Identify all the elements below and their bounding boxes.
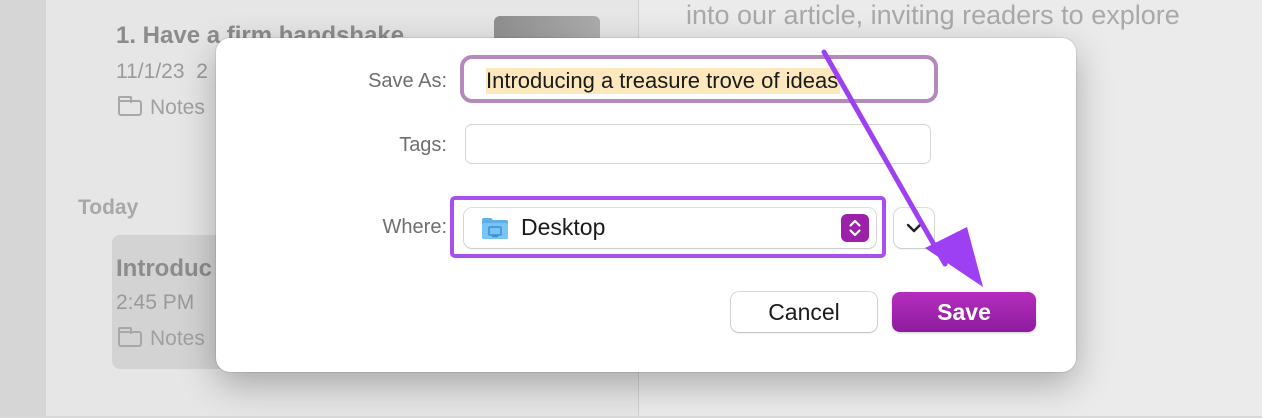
where-highlight-box bbox=[450, 196, 886, 258]
expand-button[interactable] bbox=[894, 208, 934, 248]
tags-field[interactable] bbox=[465, 124, 931, 164]
note-title[interactable]: Introduc bbox=[116, 255, 212, 283]
note-date: 2:45 PM bbox=[116, 291, 195, 314]
note-folder: Notes bbox=[118, 327, 205, 351]
note-date: 11/1/23 2 bbox=[116, 60, 208, 84]
notes-sidebar bbox=[0, 0, 47, 418]
note-date-suffix: 2 bbox=[196, 60, 208, 83]
save-as-value[interactable]: Introducing a treasure trove of ideas bbox=[486, 68, 841, 94]
note-folder-label: Notes bbox=[150, 96, 205, 119]
editor-body-text: into our article, inviting readers to ex… bbox=[686, 0, 1180, 30]
save-as-label: Save As: bbox=[368, 70, 447, 92]
note-date-text: 11/1/23 bbox=[116, 60, 185, 83]
section-label-today: Today bbox=[78, 196, 139, 219]
save-as-field[interactable]: Introducing a treasure trove of ideas bbox=[460, 55, 938, 103]
save-button[interactable]: Save bbox=[892, 292, 1036, 332]
note-folder-label: Notes bbox=[150, 327, 205, 350]
folder-icon bbox=[118, 327, 142, 347]
chevron-down-icon bbox=[906, 223, 922, 233]
folder-icon bbox=[118, 96, 142, 116]
save-dialog: Save As: Introducing a treasure trove of… bbox=[216, 38, 1076, 372]
cancel-button[interactable]: Cancel bbox=[731, 292, 877, 332]
note-folder: Notes bbox=[118, 96, 205, 120]
tags-label: Tags: bbox=[399, 134, 447, 156]
where-label: Where: bbox=[382, 216, 447, 238]
